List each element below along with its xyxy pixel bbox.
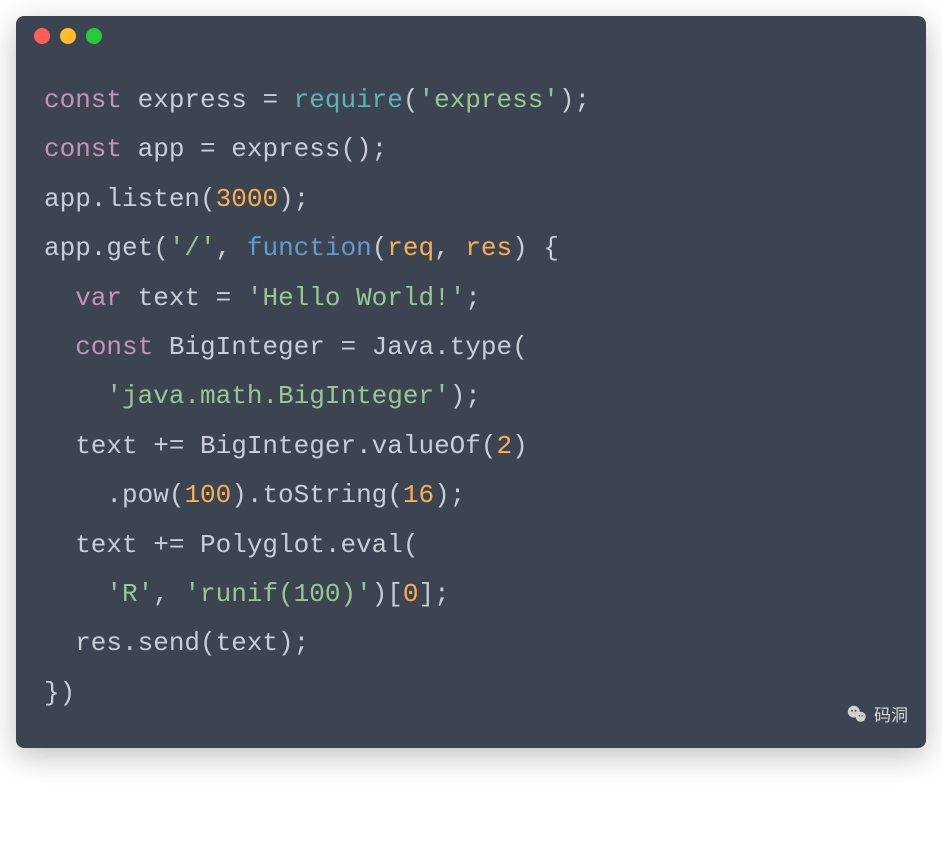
code-line: 'R', 'runif(100)')[0];: [44, 570, 898, 619]
watermark: 码洞: [846, 701, 908, 726]
code-line: text += BigInteger.valueOf(2): [44, 422, 898, 471]
close-icon[interactable]: [34, 28, 50, 44]
code-token: );: [278, 184, 309, 214]
code-token: 'R': [106, 579, 153, 609]
code-token: [44, 381, 106, 411]
code-line: app.get('/', function(req, res) {: [44, 224, 898, 273]
code-token: BigInteger = Java.type(: [153, 332, 527, 362]
code-token: ).toString(: [231, 480, 403, 510]
code-line: text += Polyglot.eval(: [44, 521, 898, 570]
code-token: ];: [419, 579, 450, 609]
code-token: app.get(: [44, 233, 169, 263]
code-token: );: [450, 381, 481, 411]
code-token: '/': [169, 233, 216, 263]
code-token: res: [465, 233, 512, 263]
code-token: 'express': [418, 85, 558, 115]
watermark-text: 码洞: [874, 701, 908, 726]
code-line: const BigInteger = Java.type(: [44, 323, 898, 372]
code-token: 'java.math.BigInteger': [106, 381, 449, 411]
code-token: ;: [465, 283, 481, 313]
code-token: ,: [216, 233, 247, 263]
code-token: const: [75, 332, 153, 362]
code-token: text += BigInteger.valueOf(: [44, 431, 496, 461]
code-token: text =: [122, 283, 247, 313]
wechat-icon: [846, 703, 868, 725]
code-window: const express = require('express');const…: [16, 16, 926, 748]
code-token: app.listen(: [44, 184, 216, 214]
code-token: .pow(: [44, 480, 184, 510]
code-token: );: [434, 480, 465, 510]
code-line: }): [44, 669, 898, 718]
code-token: )[: [372, 579, 403, 609]
code-token: ) {: [512, 233, 559, 263]
code-token: 'Hello World!': [247, 283, 465, 313]
code-token: text += Polyglot.eval(: [44, 530, 418, 560]
code-editor: const express = require('express');const…: [16, 56, 926, 748]
code-token: ,: [434, 233, 465, 263]
code-token: 'runif(100)': [184, 579, 371, 609]
code-token: 100: [184, 480, 231, 510]
code-token: [44, 579, 106, 609]
code-token: 0: [403, 579, 419, 609]
code-token: const: [44, 134, 122, 164]
code-token: 3000: [216, 184, 278, 214]
maximize-icon[interactable]: [86, 28, 102, 44]
code-token: [44, 332, 75, 362]
code-token: var: [75, 283, 122, 313]
code-token: [44, 283, 75, 313]
code-token: app = express();: [122, 134, 387, 164]
code-token: 2: [496, 431, 512, 461]
minimize-icon[interactable]: [60, 28, 76, 44]
code-token: (: [403, 85, 419, 115]
code-token: res.send(text);: [44, 628, 309, 658]
code-line: const express = require('express');: [44, 76, 898, 125]
code-line: app.listen(3000);: [44, 175, 898, 224]
code-token: req: [387, 233, 434, 263]
code-line: const app = express();: [44, 125, 898, 174]
code-line: res.send(text);: [44, 619, 898, 668]
code-line: 'java.math.BigInteger');: [44, 372, 898, 421]
code-token: );: [559, 85, 590, 115]
code-token: ,: [153, 579, 184, 609]
window-titlebar: [16, 16, 926, 56]
code-token: function: [247, 233, 372, 263]
code-token: const: [44, 85, 122, 115]
code-token: 16: [403, 480, 434, 510]
code-token: }): [44, 678, 75, 708]
code-token: ): [512, 431, 528, 461]
code-line: .pow(100).toString(16);: [44, 471, 898, 520]
code-token: (: [372, 233, 388, 263]
code-token: express =: [122, 85, 294, 115]
code-token: require: [294, 85, 403, 115]
code-line: var text = 'Hello World!';: [44, 274, 898, 323]
